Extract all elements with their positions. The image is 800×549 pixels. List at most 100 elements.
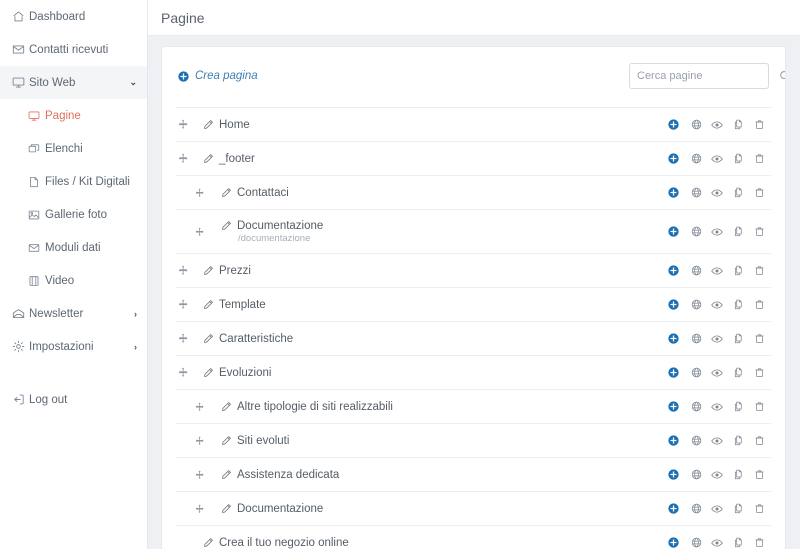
globe-icon[interactable] xyxy=(686,431,706,451)
plus-circle-icon[interactable] xyxy=(663,363,683,383)
page-name-link[interactable]: Documentazione xyxy=(221,220,323,232)
globe-icon[interactable] xyxy=(686,363,706,383)
copy-icon[interactable] xyxy=(728,295,748,315)
page-name-link[interactable]: Altre tipologie di siti realizzabili xyxy=(221,401,393,413)
plus-circle-icon[interactable] xyxy=(663,431,683,451)
globe-icon[interactable] xyxy=(686,295,706,315)
sidebar-item-video[interactable]: Video xyxy=(0,264,147,297)
eye-icon[interactable] xyxy=(707,183,727,203)
sidebar-item-contatti-ricevuti[interactable]: Contatti ricevuti xyxy=(0,33,147,66)
globe-icon[interactable] xyxy=(686,183,706,203)
sidebar-item-gallerie-foto[interactable]: Gallerie foto xyxy=(0,198,147,231)
globe-icon[interactable] xyxy=(686,499,706,519)
trash-icon[interactable] xyxy=(749,499,769,519)
drag-handle-icon[interactable] xyxy=(193,188,207,198)
sidebar-item-moduli-dati[interactable]: Moduli dati xyxy=(0,231,147,264)
page-name-link[interactable]: Evoluzioni xyxy=(203,367,271,379)
page-name-link[interactable]: Crea il tuo negozio online xyxy=(203,537,349,549)
drag-handle-icon[interactable] xyxy=(193,436,207,446)
drag-handle-icon[interactable] xyxy=(176,119,190,130)
page-name-link[interactable]: _footer xyxy=(203,153,255,165)
plus-circle-icon[interactable] xyxy=(663,465,683,485)
search-box[interactable] xyxy=(629,63,769,89)
sidebar-item-elenchi[interactable]: Elenchi xyxy=(0,132,147,165)
eye-icon[interactable] xyxy=(707,295,727,315)
page-name-link[interactable]: Home xyxy=(203,119,250,131)
drag-handle-icon[interactable] xyxy=(193,504,207,514)
sidebar-item-dashboard[interactable]: Dashboard xyxy=(0,0,147,33)
search-input[interactable] xyxy=(637,70,779,82)
trash-icon[interactable] xyxy=(749,363,769,383)
copy-icon[interactable] xyxy=(728,222,748,242)
page-name-link[interactable]: Assistenza dedicata xyxy=(221,469,339,481)
eye-icon[interactable] xyxy=(707,363,727,383)
globe-icon[interactable] xyxy=(686,533,706,549)
copy-icon[interactable] xyxy=(728,499,748,519)
copy-icon[interactable] xyxy=(728,431,748,451)
chevron-right-icon[interactable]: › xyxy=(127,342,137,352)
eye-icon[interactable] xyxy=(707,149,727,169)
plus-circle-icon[interactable] xyxy=(663,149,683,169)
drag-handle-icon[interactable] xyxy=(193,227,207,237)
trash-icon[interactable] xyxy=(749,222,769,242)
copy-icon[interactable] xyxy=(728,533,748,549)
trash-icon[interactable] xyxy=(749,397,769,417)
plus-circle-icon[interactable] xyxy=(663,183,683,203)
eye-icon[interactable] xyxy=(707,499,727,519)
sidebar-item-log-out[interactable]: Log out xyxy=(0,383,147,416)
plus-circle-icon[interactable] xyxy=(663,222,683,242)
eye-icon[interactable] xyxy=(707,465,727,485)
globe-icon[interactable] xyxy=(686,329,706,349)
drag-handle-icon[interactable] xyxy=(176,299,190,310)
page-name-link[interactable]: Prezzi xyxy=(203,265,251,277)
trash-icon[interactable] xyxy=(749,329,769,349)
copy-icon[interactable] xyxy=(728,397,748,417)
globe-icon[interactable] xyxy=(686,261,706,281)
trash-icon[interactable] xyxy=(749,465,769,485)
chevron-right-icon[interactable]: › xyxy=(127,309,137,319)
plus-circle-icon[interactable] xyxy=(663,261,683,281)
copy-icon[interactable] xyxy=(728,329,748,349)
chevron-down-icon[interactable]: ⌄ xyxy=(127,77,137,88)
page-name-link[interactable]: Contattaci xyxy=(221,187,289,199)
trash-icon[interactable] xyxy=(749,183,769,203)
sidebar-item-files-kit-digitali[interactable]: Files / Kit Digitali xyxy=(0,165,147,198)
copy-icon[interactable] xyxy=(728,363,748,383)
plus-circle-icon[interactable] xyxy=(663,499,683,519)
page-name-link[interactable]: Siti evoluti xyxy=(221,435,289,447)
trash-icon[interactable] xyxy=(749,149,769,169)
sidebar-item-newsletter[interactable]: Newsletter› xyxy=(0,297,147,330)
globe-icon[interactable] xyxy=(686,149,706,169)
drag-handle-icon[interactable] xyxy=(176,367,190,378)
eye-icon[interactable] xyxy=(707,533,727,549)
copy-icon[interactable] xyxy=(728,183,748,203)
sidebar-item-sito-web[interactable]: Sito Web⌄ xyxy=(0,66,147,99)
page-name-link[interactable]: Caratteristiche xyxy=(203,333,293,345)
drag-handle-icon[interactable] xyxy=(176,265,190,276)
plus-circle-icon[interactable] xyxy=(663,329,683,349)
drag-handle-icon[interactable] xyxy=(176,333,190,344)
copy-icon[interactable] xyxy=(728,149,748,169)
search-icon[interactable] xyxy=(779,70,786,82)
sidebar-item-impostazioni[interactable]: Impostazioni› xyxy=(0,330,147,363)
eye-icon[interactable] xyxy=(707,261,727,281)
drag-handle-icon[interactable] xyxy=(193,470,207,480)
eye-icon[interactable] xyxy=(707,115,727,135)
plus-circle-icon[interactable] xyxy=(663,533,683,549)
trash-icon[interactable] xyxy=(749,295,769,315)
eye-icon[interactable] xyxy=(707,431,727,451)
globe-icon[interactable] xyxy=(686,397,706,417)
trash-icon[interactable] xyxy=(749,261,769,281)
page-name-link[interactable]: Documentazione xyxy=(221,503,323,515)
eye-icon[interactable] xyxy=(707,397,727,417)
copy-icon[interactable] xyxy=(728,465,748,485)
trash-icon[interactable] xyxy=(749,115,769,135)
plus-circle-icon[interactable] xyxy=(663,295,683,315)
trash-icon[interactable] xyxy=(749,533,769,549)
trash-icon[interactable] xyxy=(749,431,769,451)
eye-icon[interactable] xyxy=(707,329,727,349)
copy-icon[interactable] xyxy=(728,261,748,281)
copy-icon[interactable] xyxy=(728,115,748,135)
drag-handle-icon[interactable] xyxy=(193,402,207,412)
page-name-link[interactable]: Template xyxy=(203,299,266,311)
